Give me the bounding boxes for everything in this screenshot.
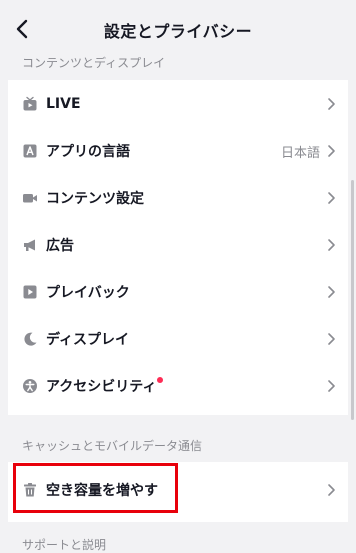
- settings-row-label: プレイバック: [46, 285, 130, 301]
- settings-row-content-preferences[interactable]: コンテンツ設定: [8, 178, 348, 218]
- settings-card-content: LIVE アプリの言語 日本語 コンテンツ設定 広告 プレイバック ディスプレイ…: [8, 80, 348, 415]
- chevron-right-icon: [328, 145, 335, 157]
- play-icon: [22, 284, 38, 300]
- settings-row-ads[interactable]: 広告: [8, 225, 348, 265]
- settings-row-value: 日本語: [280, 145, 320, 161]
- megaphone-icon: [22, 237, 38, 253]
- video-camera-icon: [22, 190, 38, 206]
- settings-row-label: 広告: [46, 238, 74, 254]
- chevron-right-icon: [328, 239, 335, 251]
- highlight-box: [13, 463, 178, 513]
- header-bar: 設定とプライバシー: [0, 0, 356, 56]
- section-label-cache-data: キャッシュとモバイルデータ通信: [22, 439, 203, 453]
- settings-row-label: コンテンツ設定: [46, 191, 144, 207]
- accessibility-icon: [22, 378, 38, 394]
- settings-row-live[interactable]: LIVE: [8, 84, 348, 124]
- page-title: 設定とプライバシー: [103, 22, 253, 41]
- chevron-right-icon: [328, 98, 335, 110]
- settings-row-app-language[interactable]: アプリの言語 日本語: [8, 131, 348, 171]
- notification-dot: [157, 377, 164, 383]
- settings-row-label: アクセシビリティ: [46, 379, 157, 395]
- settings-row-label: ディスプレイ: [46, 332, 130, 348]
- settings-row-display[interactable]: ディスプレイ: [8, 319, 348, 359]
- settings-row-playback[interactable]: プレイバック: [8, 272, 348, 312]
- chevron-right-icon: [328, 286, 335, 298]
- moon-icon: [22, 331, 38, 347]
- tv-icon: [22, 96, 38, 112]
- settings-row-label-wrap: アクセシビリティ: [46, 376, 164, 396]
- settings-row-label: LIVE: [46, 96, 81, 112]
- chevron-right-icon: [328, 192, 335, 204]
- section-label-content-display: コンテンツとディスプレイ: [22, 56, 166, 70]
- chevron-right-icon: [328, 333, 335, 345]
- language-icon: [22, 143, 38, 159]
- settings-row-label: アプリの言語: [46, 144, 130, 160]
- chevron-right-icon: [328, 484, 335, 496]
- settings-row-accessibility[interactable]: アクセシビリティ: [8, 366, 348, 406]
- scrollbar[interactable]: [351, 180, 354, 420]
- chevron-right-icon: [328, 380, 335, 392]
